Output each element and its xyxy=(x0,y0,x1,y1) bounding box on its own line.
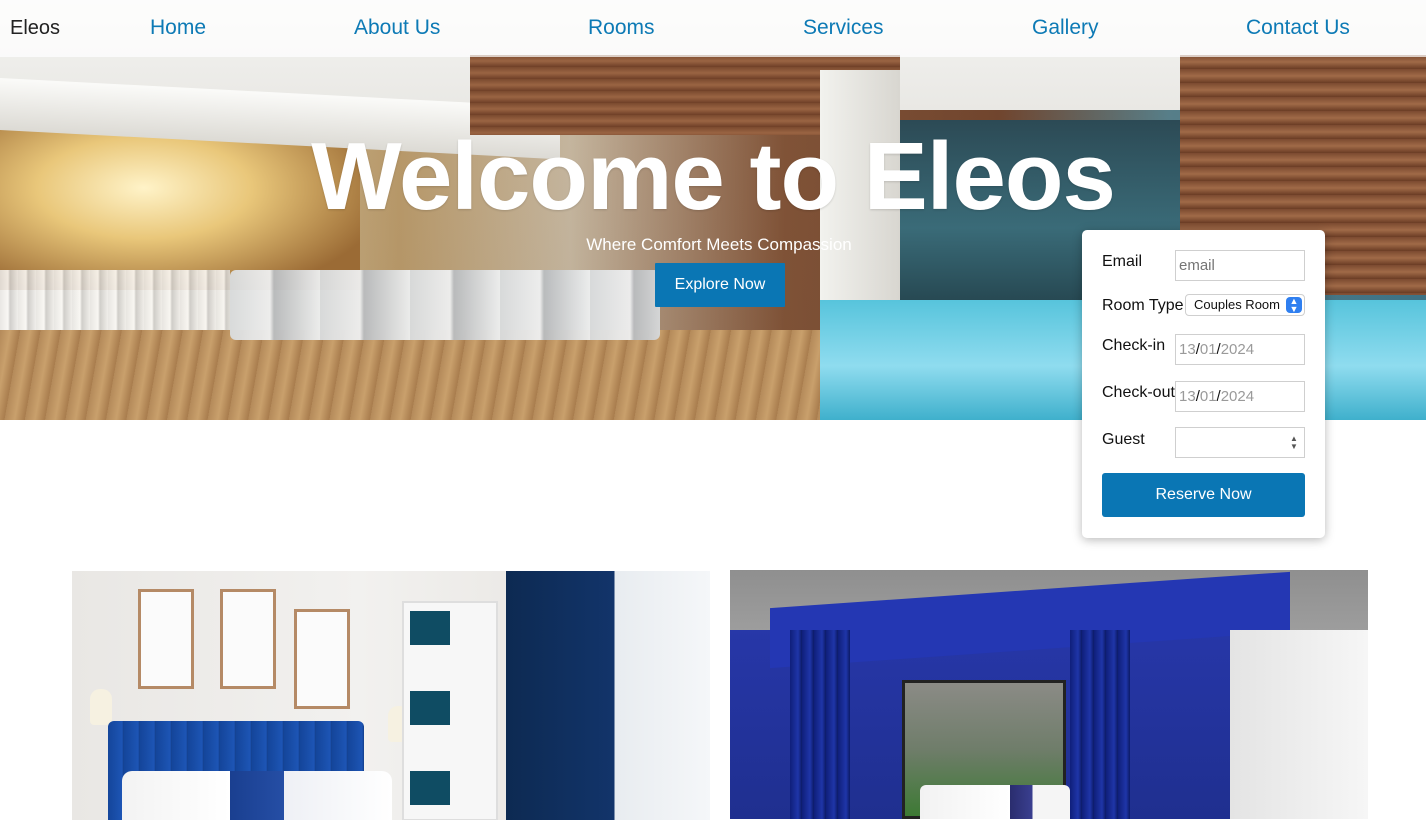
wall-art-3 xyxy=(294,609,350,709)
check-in-month: 01 xyxy=(1199,341,1217,358)
booking-form: Email Room Type Couples Room ▲▼ Check-in… xyxy=(1082,230,1325,538)
curtain-left xyxy=(790,630,850,819)
nav-rooms[interactable]: Rooms xyxy=(588,16,655,40)
bed-pillows xyxy=(122,771,392,820)
hero-loungers xyxy=(230,270,660,340)
check-in-date-field[interactable]: 13/01/2024 xyxy=(1175,334,1305,365)
nav-home[interactable]: Home xyxy=(150,16,206,40)
select-arrows-icon: ▲ ▼ xyxy=(1286,297,1302,314)
email-field[interactable] xyxy=(1175,250,1305,281)
white-wardrobe-wall xyxy=(1230,630,1368,819)
curtain-right xyxy=(1070,630,1130,819)
check-out-label: Check-out xyxy=(1102,384,1175,401)
hero-deck xyxy=(0,330,880,420)
bed-pillows xyxy=(920,785,1070,819)
check-out-month: 01 xyxy=(1199,388,1217,405)
shelf-niche-1 xyxy=(410,611,450,645)
check-in-label: Check-in xyxy=(1102,337,1166,354)
guest-label: Guest xyxy=(1102,431,1145,448)
explore-now-button[interactable]: Explore Now xyxy=(655,263,785,307)
nav-contact-us[interactable]: Contact Us xyxy=(1246,16,1350,40)
check-out-year: 2024 xyxy=(1220,388,1255,405)
check-out-date-field[interactable]: 13/01/2024 xyxy=(1175,381,1305,412)
check-in-day: 13 xyxy=(1179,341,1196,358)
check-out-day: 13 xyxy=(1179,388,1196,405)
hero-title: Welcome to Eleos xyxy=(311,123,1116,230)
room-type-select[interactable]: Couples Room ▲ ▼ xyxy=(1185,294,1305,316)
nav-services[interactable]: Services xyxy=(803,16,884,40)
room-type-label: Room Type xyxy=(1102,297,1184,314)
nav-about-us[interactable]: About Us xyxy=(354,16,440,40)
check-in-year: 2024 xyxy=(1220,341,1255,358)
hero-chairs xyxy=(0,270,230,330)
reserve-now-button[interactable]: Reserve Now xyxy=(1102,473,1305,517)
shelf-niche-3 xyxy=(410,771,450,805)
email-label: Email xyxy=(1102,253,1143,270)
nav-gallery[interactable]: Gallery xyxy=(1032,16,1099,40)
shelf-niche-2 xyxy=(410,691,450,725)
room-type-selected: Couples Room xyxy=(1194,297,1280,312)
guest-number-field[interactable]: ▲ ▼ xyxy=(1175,427,1305,458)
brand-logo[interactable]: Eleos xyxy=(10,17,60,40)
room-image-2[interactable] xyxy=(730,570,1368,819)
room-image-1[interactable] xyxy=(72,571,710,820)
stepper-arrows-icon[interactable]: ▲ ▼ xyxy=(1290,435,1298,451)
wall-art-1 xyxy=(138,589,194,689)
top-navbar: Eleos Home About Us Rooms Services Galle… xyxy=(0,0,1426,57)
pendant-lamp-left xyxy=(90,689,112,725)
wall-art-2 xyxy=(220,589,276,689)
